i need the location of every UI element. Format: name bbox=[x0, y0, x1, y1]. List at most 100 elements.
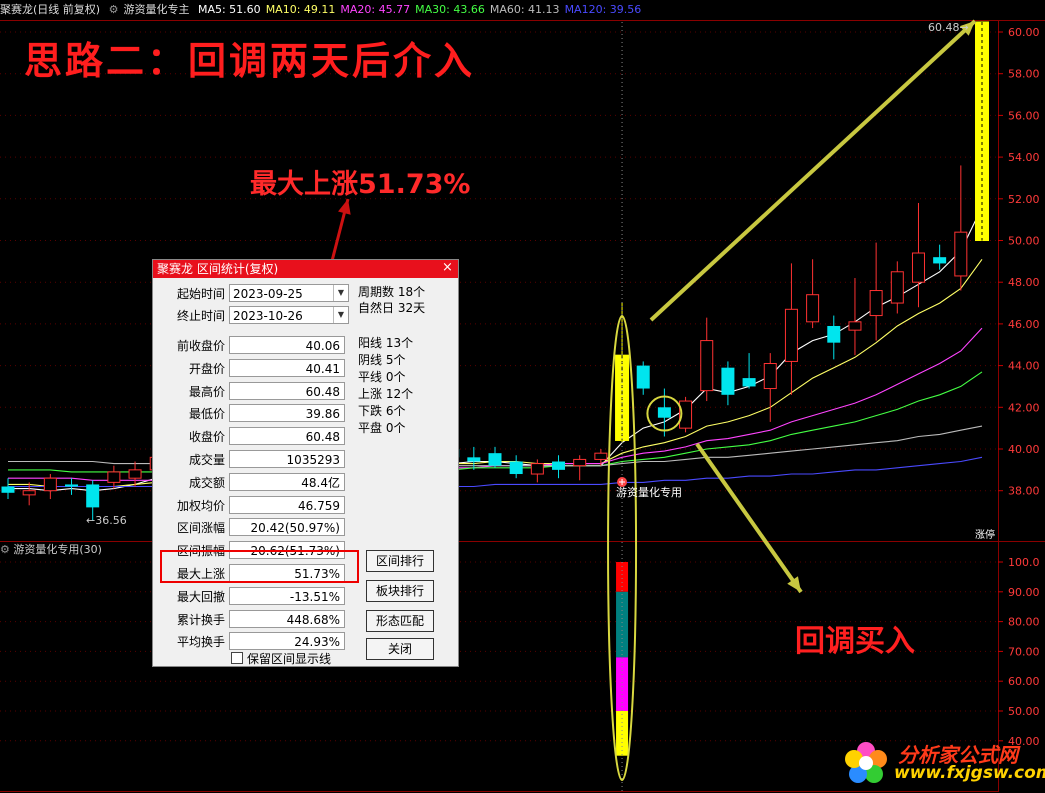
gear-icon[interactable]: ⚙ bbox=[0, 543, 10, 556]
dialog-titlebar[interactable]: 聚赛龙 区间统计(复权) × bbox=[153, 260, 458, 278]
candle-body-up bbox=[594, 452, 608, 460]
stat-value: 40.06 bbox=[229, 336, 345, 354]
price-axis: 60.00 58.00 56.00 54.00 52.00 50.00 48.00 46.00… bbox=[998, 26, 1040, 748]
y-tick-label: 42.00 bbox=[1008, 401, 1040, 414]
close-icon[interactable]: × bbox=[440, 261, 455, 276]
dialog-button[interactable]: 区间排行 bbox=[366, 550, 434, 572]
sub-y-tick-label: 100.0 bbox=[1008, 556, 1040, 569]
stat-value: 60.48 bbox=[229, 381, 345, 400]
stat-value: -13.51% bbox=[229, 586, 345, 605]
y-tick-label: 40.00 bbox=[1008, 443, 1040, 456]
stat-row: 成交量 1035293 bbox=[153, 450, 353, 470]
indicator-name[interactable]: 游资量化专主 bbox=[123, 3, 189, 16]
logo-url: www.fxjgsw.com bbox=[894, 763, 1045, 783]
flower-logo-icon bbox=[845, 742, 887, 783]
candle bbox=[488, 446, 502, 468]
stat-row: 最高价 60.48 bbox=[153, 381, 353, 402]
dialog-button[interactable]: 板块排行 bbox=[366, 580, 434, 602]
y-tick-label: 50.00 bbox=[1008, 235, 1040, 248]
candle-body-down bbox=[65, 484, 79, 487]
stat-label: 最高价 bbox=[188, 384, 225, 399]
candle bbox=[573, 455, 587, 481]
candle-body-down bbox=[721, 367, 735, 395]
chevron-down-icon[interactable]: ▼ bbox=[333, 307, 348, 323]
y-tick-label: 52.00 bbox=[1008, 193, 1040, 206]
dialog-button[interactable]: 形态匹配 bbox=[366, 610, 434, 632]
range-stats-dialog: 聚赛龙 区间统计(复权) × 起始时间 2023-09-25 ▼ 终止时间 202… bbox=[152, 259, 459, 667]
candle-body-up bbox=[530, 463, 544, 475]
candle bbox=[467, 446, 481, 470]
stat-label: 区间涨幅 bbox=[176, 521, 225, 536]
stat-value: 46.759 bbox=[229, 495, 345, 514]
y-tick-label: 54.00 bbox=[1008, 151, 1040, 164]
stat-summary-item: 平线 0个 bbox=[358, 370, 406, 384]
candle-body-down bbox=[488, 453, 502, 466]
candle bbox=[65, 478, 79, 495]
candle-body-up bbox=[806, 294, 820, 323]
stat-row: 前收盘价 40.06 bbox=[153, 336, 353, 356]
ma-label: MA120: 39.56 bbox=[564, 3, 642, 16]
candle bbox=[763, 353, 777, 422]
stat-label: 最大回撤 bbox=[176, 589, 225, 604]
start-time-picker[interactable]: 2023-09-25 ▼ bbox=[229, 284, 349, 302]
candle-body-up bbox=[573, 458, 587, 467]
keep-range-checkbox[interactable]: 保留区间显示线 bbox=[231, 650, 331, 667]
stat-row: 成交额 48.4亿 bbox=[153, 472, 353, 493]
stock-name[interactable]: 聚赛龙 bbox=[0, 3, 33, 16]
stat-label: 开盘价 bbox=[188, 361, 225, 376]
y-tick-label: 60.00 bbox=[1008, 26, 1040, 39]
sub-panel-title[interactable]: 游资量化专用(30) bbox=[13, 543, 102, 556]
stat-label: 收盘价 bbox=[188, 430, 225, 445]
candle bbox=[848, 278, 862, 356]
candle-body-down bbox=[827, 325, 841, 343]
stat-row: 加权均价 46.759 bbox=[153, 495, 353, 516]
candle bbox=[22, 482, 36, 506]
candle-body-up bbox=[869, 290, 883, 317]
candle bbox=[1, 478, 15, 500]
candle-body-up bbox=[128, 469, 142, 479]
stat-value: 1035293 bbox=[229, 450, 345, 468]
candle-body-up bbox=[911, 252, 925, 283]
stat-label: 平均换手 bbox=[176, 635, 225, 650]
candle-body-down bbox=[86, 484, 100, 508]
stat-summary-item: 平盘 0个 bbox=[358, 421, 406, 435]
candle-body-up bbox=[890, 271, 904, 304]
signal-bar-segment bbox=[616, 591, 629, 658]
candle bbox=[954, 165, 968, 291]
candle-body-up bbox=[700, 340, 714, 392]
y-tick-label: 58.00 bbox=[1008, 68, 1040, 81]
stat-label: 最低价 bbox=[188, 407, 225, 422]
sub-panel-header: ⚙ 游资量化专用(30) bbox=[0, 542, 102, 558]
candle-body-up bbox=[43, 477, 57, 492]
candle bbox=[869, 242, 883, 341]
low-price-label: ←36.56 bbox=[86, 514, 127, 527]
stat-label: 累计换手 bbox=[176, 612, 225, 627]
end-time-label: 终止时间 bbox=[176, 309, 225, 323]
dialog-button[interactable]: 关闭 bbox=[366, 638, 434, 660]
candle-body-down bbox=[509, 461, 523, 475]
dialog-title: 聚赛龙 区间统计(复权) bbox=[157, 262, 279, 276]
chevron-down-icon[interactable]: ▼ bbox=[333, 285, 348, 301]
candle bbox=[784, 263, 798, 395]
signal-bar-segment bbox=[616, 711, 629, 756]
limit-up-tag: 涨停 bbox=[975, 528, 995, 541]
checkbox-icon[interactable] bbox=[231, 652, 243, 664]
y-tick-label: 38.00 bbox=[1008, 485, 1040, 498]
stat-row: 区间涨幅 20.42(50.97%) bbox=[153, 518, 353, 538]
gear-icon[interactable]: ⚙ bbox=[109, 3, 119, 16]
candle bbox=[975, 21, 989, 241]
stat-label: 成交量 bbox=[188, 453, 225, 467]
period-label: (日线 前复权) bbox=[33, 3, 101, 16]
end-time-picker[interactable]: 2023-10-26 ▼ bbox=[229, 306, 349, 324]
stat-value: 20.42(50.97%) bbox=[229, 518, 345, 537]
stat-label: 加权均价 bbox=[176, 498, 225, 513]
candle-body-down bbox=[1, 486, 15, 493]
candle bbox=[890, 261, 904, 314]
start-time-label: 起始时间 bbox=[176, 287, 225, 301]
candle-body-down bbox=[933, 257, 947, 264]
stat-value: 40.41 bbox=[229, 358, 345, 377]
candle-body-up bbox=[763, 363, 777, 390]
candle-body-up bbox=[954, 231, 968, 277]
stat-summary-item: 下跌 6个 bbox=[358, 404, 406, 418]
candle-body-down bbox=[552, 461, 566, 470]
